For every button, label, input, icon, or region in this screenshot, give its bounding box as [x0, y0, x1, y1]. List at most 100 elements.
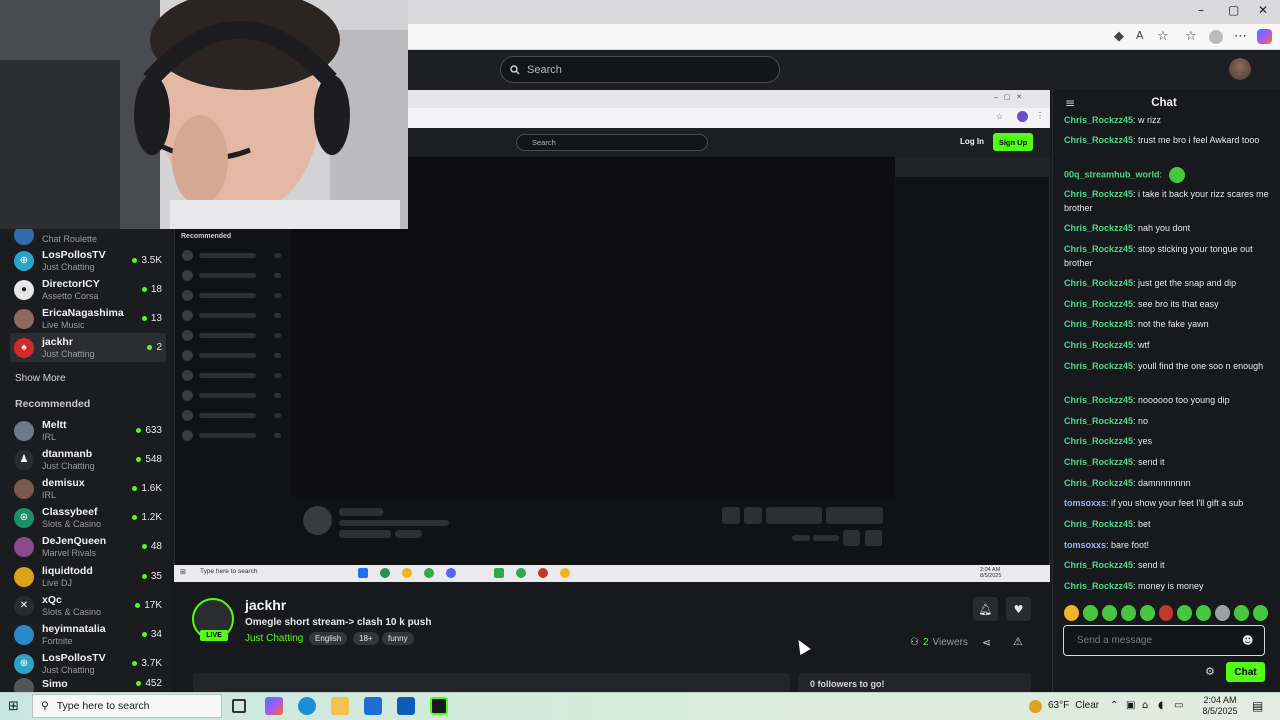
- chat-username[interactable]: Chris_Rockzz45: [1064, 223, 1133, 233]
- chat-username[interactable]: Chris_Rockzz45: [1064, 436, 1133, 446]
- chat-username[interactable]: Chris_Rockzz45: [1064, 189, 1133, 199]
- tag[interactable]: funny: [382, 632, 414, 645]
- notify-bell-icon[interactable]: 🔔︎: [973, 597, 998, 621]
- chat-text: : see bro its that easy: [1133, 299, 1219, 309]
- sidebar-channel[interactable]: liquidtodd Live DJ 35: [10, 562, 166, 591]
- edge-icon[interactable]: [298, 697, 316, 715]
- show-more-link[interactable]: Show More: [15, 373, 66, 384]
- sidebar-channel[interactable]: Meltt IRL 633: [10, 416, 166, 445]
- profile-icon[interactable]: [1209, 30, 1223, 44]
- emote-icon[interactable]: [1082, 605, 1098, 621]
- favorite-star-icon[interactable]: ☆: [1157, 29, 1169, 44]
- sidebar-channel-active[interactable]: ♠ jackhr Just Chatting 2: [10, 333, 166, 362]
- sidebar-channel[interactable]: Simo 452: [10, 678, 166, 692]
- chat-send-button[interactable]: Chat: [1226, 662, 1265, 682]
- chat-username[interactable]: Chris_Rockzz45: [1064, 457, 1133, 467]
- taskbar-search[interactable]: ⚲ Type here to search: [32, 694, 222, 718]
- live-badge: LIVE: [200, 630, 228, 641]
- sidebar-channel[interactable]: ⊛ Classybeef Slots & Casino 1.2K: [10, 503, 166, 532]
- chat-settings-gear-icon[interactable]: ⚙: [1205, 665, 1215, 678]
- sidebar-channel[interactable]: ✕ xQc Slots & Casino 17K: [10, 591, 166, 620]
- outlook-icon[interactable]: [397, 697, 415, 715]
- streamer-name[interactable]: jackhr: [245, 597, 286, 613]
- read-aloud-icon[interactable]: A: [1136, 29, 1144, 42]
- emote-icon[interactable]: [1253, 605, 1268, 621]
- emote-icon[interactable]: [1196, 605, 1212, 621]
- stream-title: Omegle short stream-> clash 10 k push: [245, 617, 432, 628]
- embedded-signup: Sign Up: [993, 133, 1033, 151]
- channel-name: xQc: [42, 594, 62, 606]
- skeleton-line: [339, 508, 383, 516]
- notifications-icon[interactable]: ▤: [1252, 699, 1263, 713]
- emote-icon[interactable]: [1234, 605, 1250, 621]
- tray-app-icon[interactable]: ▣: [1126, 700, 1135, 711]
- chat-username[interactable]: Chris_Rockzz45: [1064, 395, 1133, 405]
- chat-username[interactable]: 00q_streamhub_world: [1064, 169, 1160, 179]
- maximize-button[interactable]: ▢: [1228, 3, 1239, 17]
- emote-icon[interactable]: [1064, 605, 1079, 621]
- sidebar-channel[interactable]: heyimnatalia Fortnite 34: [10, 620, 166, 649]
- skeleton-row: [182, 370, 282, 382]
- more-menu-icon[interactable]: ⋯: [1234, 29, 1247, 44]
- stream-category[interactable]: Just Chatting: [245, 633, 303, 644]
- chat-username[interactable]: Chris_Rockzz45: [1064, 416, 1133, 426]
- chat-username[interactable]: Chris_Rockzz45: [1064, 478, 1133, 488]
- chat-username[interactable]: Chris_Rockzz45: [1064, 135, 1133, 145]
- chat-username[interactable]: Chris_Rockzz45: [1064, 581, 1133, 591]
- favorites-icon[interactable]: ☆: [1185, 29, 1197, 44]
- tray-chevron-icon[interactable]: ⌃: [1110, 700, 1118, 711]
- chat-username[interactable]: tomsoxxs: [1064, 498, 1106, 508]
- kick-app-icon[interactable]: [430, 697, 448, 715]
- search-icon: [510, 64, 520, 74]
- search-placeholder: Search: [527, 63, 562, 76]
- embedded-search: Search: [516, 134, 708, 151]
- search-input[interactable]: Search: [500, 56, 780, 83]
- chat-text: : youll find the one soo n enough: [1133, 361, 1264, 371]
- chat-username[interactable]: tomsoxxs: [1064, 540, 1106, 550]
- extension-icon[interactable]: ◆: [1114, 29, 1124, 44]
- sidebar-channel[interactable]: EricaNagashima Live Music 13: [10, 304, 166, 333]
- copilot-icon[interactable]: [1257, 29, 1272, 44]
- speaker-icon[interactable]: ◖: [1158, 700, 1163, 711]
- report-icon[interactable]: ⚠: [1013, 635, 1023, 648]
- emote-icon[interactable]: [1215, 605, 1231, 621]
- chat-username[interactable]: Chris_Rockzz45: [1064, 244, 1133, 254]
- store-icon[interactable]: [364, 697, 382, 715]
- emote-icon[interactable]: [1120, 605, 1136, 621]
- windows-start-icon[interactable]: ⊞: [8, 699, 19, 714]
- follow-heart-icon[interactable]: ♥: [1006, 597, 1031, 621]
- emote-icon[interactable]: [1139, 605, 1155, 621]
- emoji-picker-icon[interactable]: ☻: [1242, 634, 1253, 647]
- chat-username[interactable]: Chris_Rockzz45: [1064, 361, 1133, 371]
- network-icon[interactable]: ⌂: [1142, 700, 1148, 711]
- sidebar-channel[interactable]: ● DirectorICY Assetto Corsa 18: [10, 275, 166, 304]
- sidebar-channel[interactable]: ⊕ LosPollosTV Just Chatting 3.5K: [10, 246, 166, 275]
- battery-icon[interactable]: ▭: [1174, 700, 1183, 711]
- sidebar-channel[interactable]: ♟ dtanmanb Just Chatting 548: [10, 445, 166, 474]
- taskbar-clock[interactable]: 2:04 AM 8/5/2025: [1195, 695, 1245, 717]
- tag[interactable]: English: [309, 632, 348, 645]
- emote-icon[interactable]: [1101, 605, 1117, 621]
- close-button[interactable]: ✕: [1258, 3, 1268, 17]
- chat-username[interactable]: Chris_Rockzz45: [1064, 560, 1133, 570]
- minimize-button[interactable]: –: [1198, 3, 1204, 17]
- copilot-icon[interactable]: [265, 697, 283, 715]
- sidebar-channel[interactable]: DeJenQueen Marvel Rivals 48: [10, 532, 166, 561]
- emote-icon[interactable]: [1177, 605, 1193, 621]
- sidebar-channel[interactable]: demisux IRL 1.6K: [10, 474, 166, 503]
- emote-icon[interactable]: [1158, 605, 1174, 621]
- chat-username[interactable]: Chris_Rockzz45: [1064, 340, 1133, 350]
- chat-username[interactable]: Chris_Rockzz45: [1064, 519, 1133, 529]
- weather-widget[interactable]: 63°F Clear: [1029, 700, 1099, 713]
- user-avatar[interactable]: [1229, 58, 1251, 80]
- chat-username[interactable]: Chris_Rockzz45: [1064, 319, 1133, 329]
- tag[interactable]: 18+: [353, 632, 379, 645]
- sidebar-channel[interactable]: ⊕ LosPollosTV Just Chatting 3.7K: [10, 649, 166, 678]
- chat-username[interactable]: Chris_Rockzz45: [1064, 115, 1133, 125]
- share-icon[interactable]: ⋖: [982, 636, 991, 649]
- chat-input[interactable]: Send a message: [1063, 625, 1265, 656]
- chat-username[interactable]: Chris_Rockzz45: [1064, 299, 1133, 309]
- file-explorer-icon[interactable]: [331, 697, 349, 715]
- chat-username[interactable]: Chris_Rockzz45: [1064, 278, 1133, 288]
- task-view-icon[interactable]: [232, 699, 246, 713]
